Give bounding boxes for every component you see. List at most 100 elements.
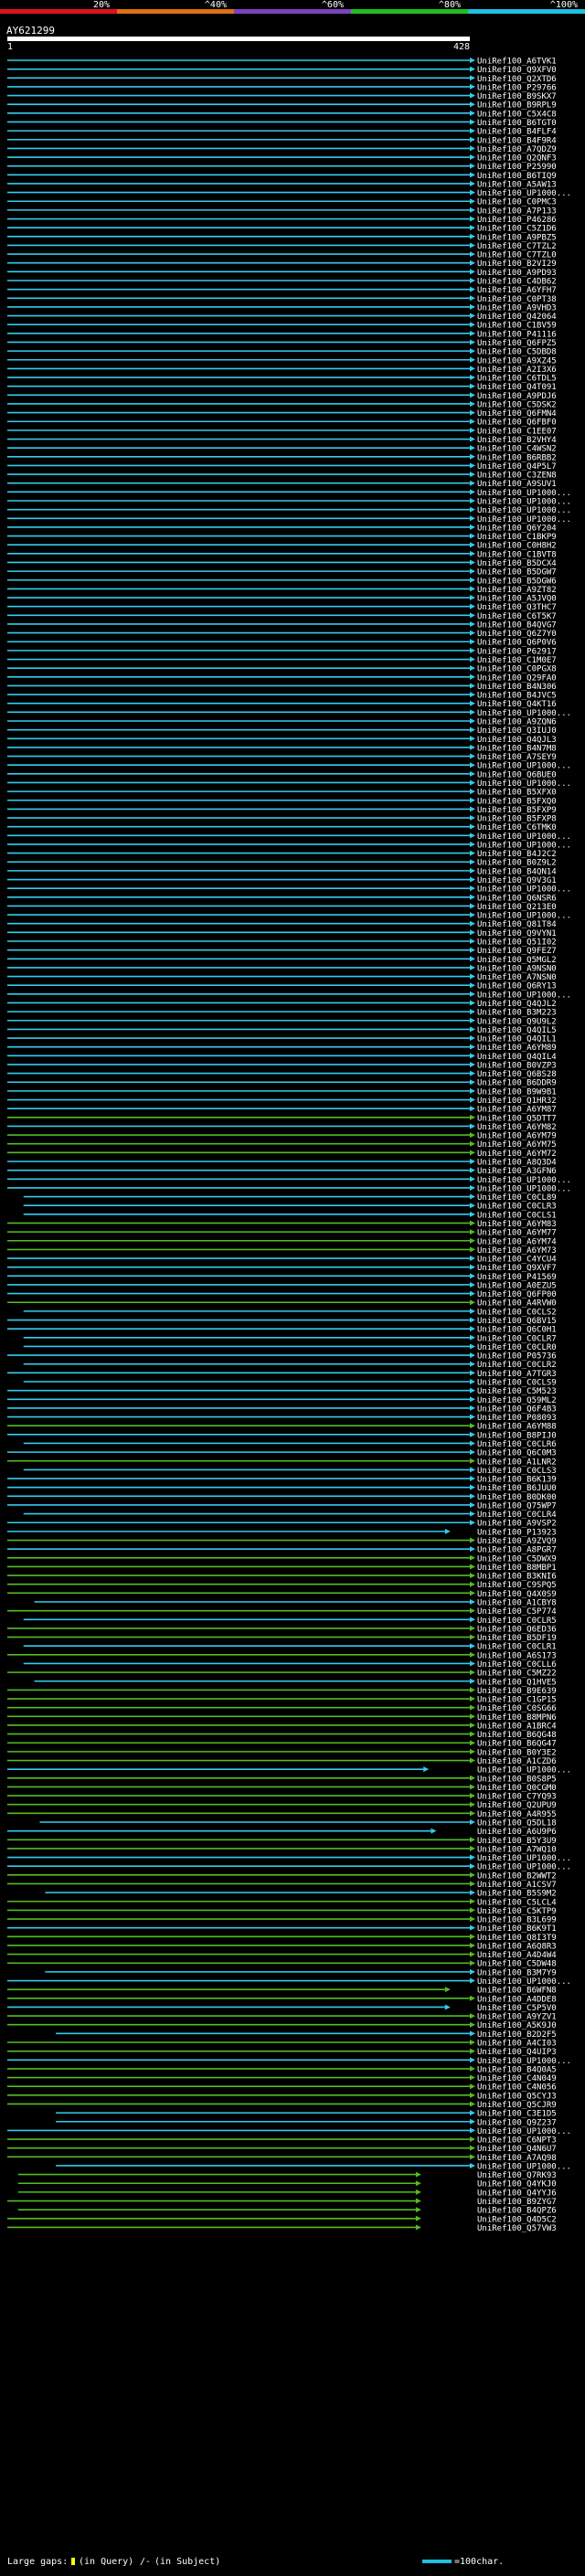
hit-label[interactable]: UniRef100_P05736 xyxy=(477,1352,557,1362)
hit-label[interactable]: UniRef100_A4CI03 xyxy=(477,2040,557,2049)
hit-label[interactable]: UniRef100_Q0CGM0 xyxy=(477,1784,557,1793)
hit-label[interactable]: UniRef100_Q4QIL1 xyxy=(477,1035,557,1044)
hit-label[interactable]: UniRef100_Q6BS28 xyxy=(477,1070,557,1079)
hit-label[interactable]: UniRef100_B6K139 xyxy=(477,1476,557,1485)
hit-label[interactable]: UniRef100_Q9VYN1 xyxy=(477,929,557,938)
hit-label[interactable]: UniRef100_C9SPQ5 xyxy=(477,1581,557,1590)
hit-label[interactable]: UniRef100_C0CLR4 xyxy=(477,1511,557,1520)
hit-label[interactable]: UniRef100_C0CLR1 xyxy=(477,1643,557,1652)
hit-label[interactable]: UniRef100_A9YZV1 xyxy=(477,2013,557,2022)
hit-label[interactable]: UniRef100_B6QG47 xyxy=(477,1740,557,1749)
hit-label[interactable]: UniRef100_A9NSN0 xyxy=(477,964,557,973)
hit-label[interactable]: UniRef100_Q4T091 xyxy=(477,383,557,392)
hit-label[interactable]: UniRef100_A4DDE8 xyxy=(477,1995,557,2004)
hit-label[interactable]: UniRef100_Q4QJL3 xyxy=(477,736,557,745)
hit-label[interactable]: UniRef100_Q6P0V6 xyxy=(477,639,557,648)
hit-label[interactable]: UniRef100_B5DCX4 xyxy=(477,559,557,568)
hit-label[interactable]: UniRef100_UP1000... xyxy=(477,709,571,718)
hit-label[interactable]: UniRef100_C5DWX9 xyxy=(477,1554,557,1564)
hit-label[interactable]: UniRef100_A6YM87 xyxy=(477,1106,557,1115)
hit-label[interactable]: UniRef100_C0CLS1 xyxy=(477,1211,557,1220)
hit-label[interactable]: UniRef100_UP1000... xyxy=(477,1863,571,1872)
hit-label[interactable]: UniRef100_A6YM79 xyxy=(477,1132,557,1141)
hit-label[interactable]: UniRef100_Q4QJL2 xyxy=(477,1000,557,1009)
hit-label[interactable]: UniRef100_Q9XVF7 xyxy=(477,1264,557,1273)
hit-label[interactable]: UniRef100_Q6Y204 xyxy=(477,524,557,533)
hit-label[interactable]: UniRef100_C0CL89 xyxy=(477,1193,557,1203)
hit-label[interactable]: UniRef100_A2I3X6 xyxy=(477,366,557,375)
hit-label[interactable]: UniRef100_A5K9J0 xyxy=(477,2021,557,2030)
hit-label[interactable]: UniRef100_B2VHY4 xyxy=(477,436,557,445)
hit-label[interactable]: UniRef100_Q9V3G1 xyxy=(477,876,557,885)
hit-label[interactable]: UniRef100_Q213E0 xyxy=(477,903,557,912)
hit-label[interactable]: UniRef100_Q81T84 xyxy=(477,920,557,929)
hit-label[interactable]: UniRef100_B9ZYG7 xyxy=(477,2198,557,2207)
hit-label[interactable]: UniRef100_C6TDL5 xyxy=(477,375,557,384)
hit-label[interactable]: UniRef100_A9SUV1 xyxy=(477,480,557,489)
hit-label[interactable]: UniRef100_C6T5K7 xyxy=(477,612,557,621)
hit-label[interactable]: UniRef100_Q6C0H1 xyxy=(477,1326,557,1335)
hit-label[interactable]: UniRef100_C6TMK0 xyxy=(477,823,557,832)
hit-label[interactable]: UniRef100_B6QG48 xyxy=(477,1731,557,1740)
hit-label[interactable]: UniRef100_C0CLR3 xyxy=(477,1203,557,1212)
hit-label[interactable]: UniRef100_B3L699 xyxy=(477,1916,557,1925)
hit-label[interactable]: UniRef100_A1LNR2 xyxy=(477,1458,557,1467)
hit-label[interactable]: UniRef100_C0PMC3 xyxy=(477,198,557,207)
hit-label[interactable]: UniRef100_Q4QIL4 xyxy=(477,1053,557,1062)
hit-label[interactable]: UniRef100_B6JUU0 xyxy=(477,1484,557,1493)
hit-label[interactable]: UniRef100_A8PGR7 xyxy=(477,1546,557,1555)
hit-label[interactable]: UniRef100_C1GP15 xyxy=(477,1696,557,1705)
hit-label[interactable]: UniRef100_A6YM82 xyxy=(477,1123,557,1132)
hit-label[interactable]: UniRef100_P08093 xyxy=(477,1414,557,1423)
hit-label[interactable]: UniRef100_Q5DL18 xyxy=(477,1819,557,1829)
hit-label[interactable]: UniRef100_A9PDJ6 xyxy=(477,392,557,401)
hit-label[interactable]: UniRef100_A6Q8R3 xyxy=(477,1942,557,1951)
hit-label[interactable]: UniRef100_C5Z1D6 xyxy=(477,225,557,234)
hit-label[interactable]: UniRef100_Q6F4B3 xyxy=(477,1405,557,1414)
hit-label[interactable]: UniRef100_Q8I3T9 xyxy=(477,1934,557,1943)
hit-label[interactable]: UniRef100_A9VHD3 xyxy=(477,303,557,313)
hit-label[interactable]: UniRef100_B8MBP1 xyxy=(477,1564,557,1573)
hit-label[interactable]: UniRef100_UP1000... xyxy=(477,1176,571,1185)
hit-label[interactable]: UniRef100_A6YM72 xyxy=(477,1150,557,1159)
hit-label[interactable]: UniRef100_C7YQ93 xyxy=(477,1793,557,1802)
hit-label[interactable]: UniRef100_A6YM73 xyxy=(477,1246,557,1256)
hit-label[interactable]: UniRef100_UP1000... xyxy=(477,841,571,850)
hit-label[interactable]: UniRef100_Q9FEZ7 xyxy=(477,947,557,956)
hit-label[interactable]: UniRef100_A6YM83 xyxy=(477,1220,557,1229)
hit-label[interactable]: UniRef100_Q4UIP3 xyxy=(477,2048,557,2057)
hit-label[interactable]: UniRef100_Q9Z237 xyxy=(477,2118,557,2127)
hit-label[interactable]: UniRef100_B9E639 xyxy=(477,1687,557,1696)
hit-label[interactable]: UniRef100_B4N7M8 xyxy=(477,744,557,753)
hit-label[interactable]: UniRef100_Q6FP00 xyxy=(477,1290,557,1299)
hit-label[interactable]: UniRef100_UP1000... xyxy=(477,885,571,895)
hit-label[interactable]: UniRef100_B5Y3U9 xyxy=(477,1837,557,1846)
hit-label[interactable]: UniRef100_B2VI29 xyxy=(477,260,557,269)
hit-label[interactable]: UniRef100_Q57VW3 xyxy=(477,2224,557,2233)
hit-label[interactable]: UniRef100_B4QN14 xyxy=(477,867,557,876)
hit-label[interactable]: UniRef100_C1BVT8 xyxy=(477,550,557,559)
hit-label[interactable]: UniRef100_C5DW48 xyxy=(477,1960,557,1969)
hit-label[interactable]: UniRef100_Q6FPZ5 xyxy=(477,339,557,348)
hit-label[interactable]: UniRef100_P46286 xyxy=(477,216,557,225)
hit-label[interactable]: UniRef100_B3M223 xyxy=(477,1009,557,1018)
hit-label[interactable]: UniRef100_B5FXQ0 xyxy=(477,797,557,806)
hit-label[interactable]: UniRef100_UP1000... xyxy=(477,498,571,507)
hit-label[interactable]: UniRef100_A9ZQN6 xyxy=(477,718,557,727)
hit-label[interactable]: UniRef100_P13923 xyxy=(477,1528,557,1537)
hit-label[interactable]: UniRef100_P62917 xyxy=(477,647,557,656)
hit-label[interactable]: UniRef100_Q6FBF0 xyxy=(477,419,557,428)
hit-label[interactable]: UniRef100_UP1000... xyxy=(477,506,571,515)
hit-label[interactable]: UniRef100_A7NSN0 xyxy=(477,973,557,982)
hit-label[interactable]: UniRef100_C0CLS3 xyxy=(477,1467,557,1476)
hit-label[interactable]: UniRef100_C5MZ22 xyxy=(477,1670,557,1679)
hit-label[interactable]: UniRef100_C5KTP9 xyxy=(477,1907,557,1916)
hit-label[interactable]: UniRef100_UP1000... xyxy=(477,515,571,525)
hit-label[interactable]: UniRef100_C4WSN2 xyxy=(477,445,557,454)
hit-label[interactable]: UniRef100_C0SG66 xyxy=(477,1704,557,1713)
hit-label[interactable]: UniRef100_UP1000... xyxy=(477,189,571,198)
hit-label[interactable]: UniRef100_A9ZVQ9 xyxy=(477,1537,557,1546)
hit-label[interactable]: UniRef100_C5M523 xyxy=(477,1387,557,1396)
hit-label[interactable]: UniRef100_Q6FMN4 xyxy=(477,409,557,419)
hit-label[interactable]: UniRef100_UP1000... xyxy=(477,832,571,842)
